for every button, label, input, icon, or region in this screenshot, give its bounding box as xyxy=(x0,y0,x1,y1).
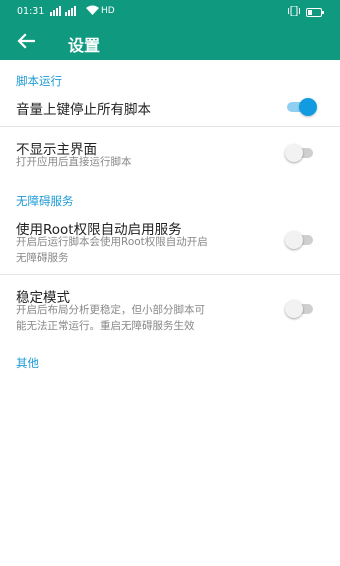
toggle-hide-main[interactable] xyxy=(285,144,315,162)
status-time: 01:31 xyxy=(17,6,45,17)
section-header-accessibility: 无障碍服务 xyxy=(16,194,74,208)
vibrate-icon xyxy=(287,5,301,19)
setting-subtitle: 开启后运行脚本会使用Root权限自动开启 无障碍服务 xyxy=(16,234,276,266)
setting-stable-mode[interactable]: 稳定模式 开启后布局分析更稳定，但小部分脚本可 能无法正常运行。重启无障碍服务生… xyxy=(0,282,340,338)
battery-icon xyxy=(306,8,324,17)
status-bar: 01:31 HD xyxy=(0,0,340,24)
setting-volume-stop[interactable]: 音量上键停止所有脚本 xyxy=(0,92,340,126)
page-title: 设置 xyxy=(68,36,101,55)
setting-hide-main[interactable]: 不显示主界面 打开应用后直接运行脚本 xyxy=(0,133,340,177)
section-header-other: 其他 xyxy=(16,356,39,370)
setting-root-service[interactable]: 使用Root权限自动启用服务 开启后运行脚本会使用Root权限自动开启 无障碍服… xyxy=(0,214,340,270)
setting-title: 音量上键停止所有脚本 xyxy=(16,102,151,118)
setting-subtitle-line: 开启后布局分析更稳定，但小部分脚本可 xyxy=(16,304,205,316)
network-label: HD xyxy=(101,6,115,16)
setting-subtitle-line: 能无法正常运行。重启无障碍服务生效 xyxy=(16,320,195,332)
setting-subtitle-line: 无障碍服务 xyxy=(16,252,69,264)
toggle-stable-mode[interactable] xyxy=(285,300,315,318)
divider xyxy=(0,126,340,127)
app-bar: 01:31 HD 设置 xyxy=(0,0,340,60)
divider xyxy=(0,274,340,275)
setting-subtitle: 打开应用后直接运行脚本 xyxy=(16,156,132,168)
toggle-root-service[interactable] xyxy=(285,231,315,249)
signal-icon xyxy=(50,6,80,19)
setting-subtitle-line: 开启后运行脚本会使用Root权限自动开启 xyxy=(16,236,208,248)
back-arrow-icon[interactable] xyxy=(14,30,38,52)
section-header-script-run: 脚本运行 xyxy=(16,74,62,88)
wifi-icon xyxy=(86,5,99,18)
setting-subtitle: 开启后布局分析更稳定，但小部分脚本可 能无法正常运行。重启无障碍服务生效 xyxy=(16,302,276,334)
toggle-volume-stop[interactable] xyxy=(285,98,317,116)
